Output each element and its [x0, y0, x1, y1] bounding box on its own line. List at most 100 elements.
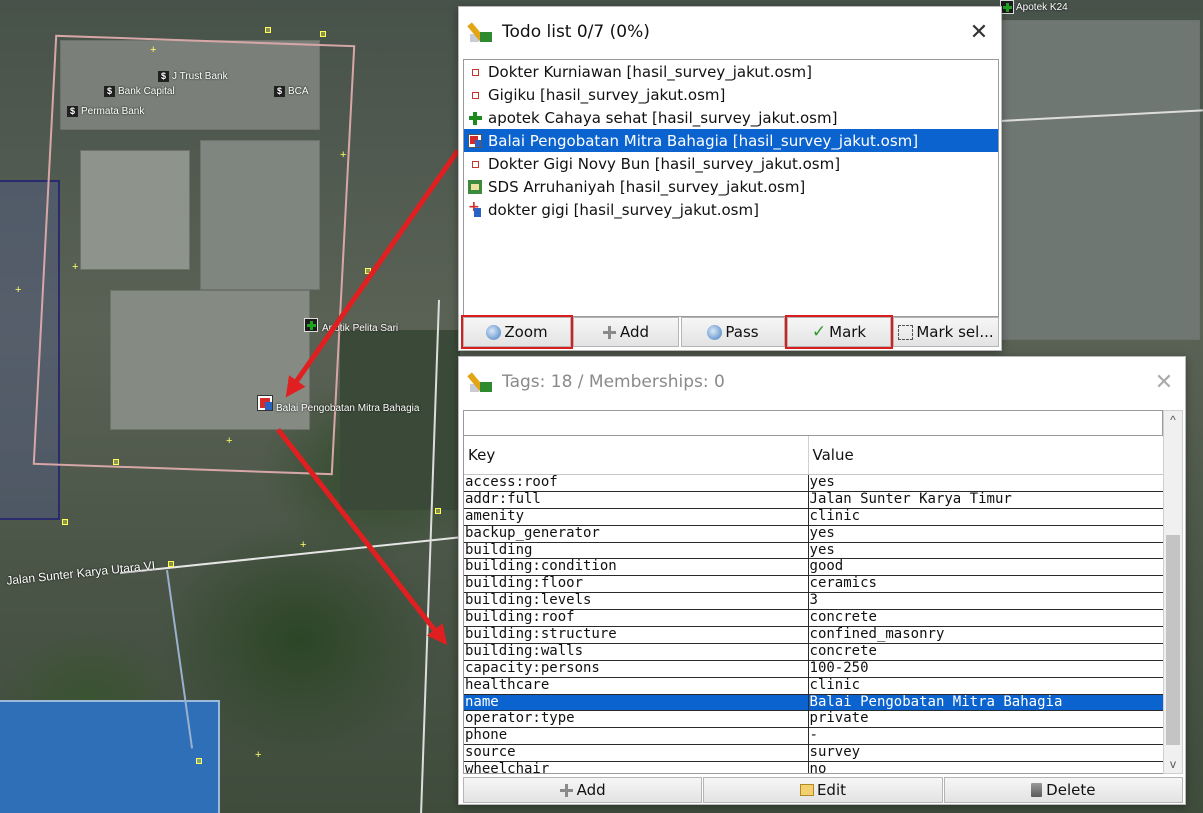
close-icon[interactable]: ✕ — [964, 17, 994, 47]
tag-key-cell[interactable]: operator:type — [464, 711, 809, 728]
map-midpoint[interactable]: + — [150, 45, 156, 56]
tag-row[interactable]: building:levels 3 — [464, 593, 1163, 611]
tag-value-cell[interactable]: ceramics — [809, 576, 1163, 592]
tag-value-cell[interactable]: 100-250 — [809, 661, 1163, 677]
tag-value-cell[interactable]: no — [809, 762, 1163, 773]
tag-value-cell[interactable]: survey — [809, 745, 1163, 761]
todo-list-item[interactable]: Balai Pengobatan Mitra Bahagia [hasil_su… — [464, 129, 998, 152]
scroll-up-icon[interactable]: ^ — [1164, 411, 1182, 429]
tag-value-cell[interactable]: Jalan Sunter Karya Timur — [809, 492, 1163, 508]
tag-key-cell[interactable]: building:roof — [464, 610, 809, 627]
tag-row[interactable]: building yes — [464, 542, 1163, 560]
tag-row[interactable]: healthcare clinic — [464, 677, 1163, 695]
todo-list-item[interactable]: Dokter Kurniawan [hasil_survey_jakut.osm… — [464, 60, 998, 83]
tag-value-cell[interactable]: concrete — [809, 610, 1163, 626]
map-label-bank-capital[interactable]: $ Bank Capital — [104, 86, 175, 97]
tag-value-cell[interactable]: private — [809, 711, 1163, 727]
tag-row[interactable]: operator:type private — [464, 711, 1163, 729]
tag-value-cell[interactable]: clinic — [809, 678, 1163, 694]
map-midpoint[interactable]: + — [15, 285, 21, 296]
tag-key-cell[interactable]: name — [464, 694, 809, 711]
tag-row[interactable]: wheelchair no — [464, 762, 1163, 773]
todo-list-dialog[interactable]: Todo list 0/7 (0%) ✕ Dokter Kurniawan [h… — [458, 6, 1002, 351]
tag-value-cell[interactable]: yes — [809, 475, 1163, 491]
tag-value-cell[interactable]: confined_masonry — [809, 627, 1163, 643]
map-node[interactable] — [265, 27, 271, 33]
map-node[interactable] — [196, 758, 202, 764]
map-node[interactable] — [320, 31, 326, 37]
tag-key-cell[interactable]: healthcare — [464, 677, 809, 694]
tag-key-cell[interactable]: source — [464, 745, 809, 762]
tags-title-bar[interactable]: Tags: 18 / Memberships: 0 — [459, 357, 1185, 407]
tags-scrollbar[interactable]: ^ v — [1163, 410, 1183, 774]
scroll-down-icon[interactable]: v — [1164, 755, 1182, 773]
edit-tag-button[interactable]: Edit — [703, 777, 943, 803]
todo-list-item[interactable]: Gigiku [hasil_survey_jakut.osm] — [464, 83, 998, 106]
tag-key-cell[interactable]: wheelchair — [464, 762, 809, 773]
map-label-bca[interactable]: $ BCA — [274, 86, 309, 97]
tag-row[interactable]: building:roof concrete — [464, 610, 1163, 628]
map-midpoint[interactable]: + — [72, 262, 78, 273]
map-label-balai[interactable]: Balai Pengobatan Mitra Bahagia — [276, 403, 419, 414]
tag-row[interactable]: building:condition good — [464, 559, 1163, 577]
tag-row[interactable]: building:walls concrete — [464, 643, 1163, 661]
tag-key-cell[interactable]: building:levels — [464, 593, 809, 610]
tag-row[interactable]: building:structure confined_masonry — [464, 627, 1163, 644]
map-midpoint[interactable]: + — [226, 436, 232, 447]
zoom-button[interactable]: Zoom — [461, 315, 573, 349]
mark-button[interactable]: ✓ Mark — [785, 315, 893, 349]
todo-list-item[interactable]: SDS Arruhaniyah [hasil_survey_jakut.osm] — [464, 175, 998, 198]
tag-value-cell[interactable]: - — [809, 728, 1163, 744]
tag-key-cell[interactable]: building:floor — [464, 576, 809, 593]
tag-key-cell[interactable]: amenity — [464, 508, 809, 525]
map-midpoint[interactable]: + — [300, 540, 306, 551]
tag-value-cell[interactable]: good — [809, 559, 1163, 575]
tag-row[interactable]: phone - — [464, 728, 1163, 746]
map-label-permata[interactable]: $ Permata Bank — [67, 106, 144, 117]
value-column-header[interactable]: Value — [809, 436, 1163, 474]
tag-key-cell[interactable]: building:structure — [464, 627, 809, 643]
pharmacy-icon[interactable] — [304, 318, 318, 332]
tag-value-cell[interactable]: yes — [809, 543, 1163, 559]
tag-row[interactable]: name Balai Pengobatan Mitra Bahagia — [464, 694, 1163, 712]
tag-row[interactable]: addr:full Jalan Sunter Karya Timur — [464, 491, 1163, 509]
tag-key-cell[interactable]: building:condition — [464, 559, 809, 576]
map-road-line[interactable] — [120, 536, 459, 574]
tag-value-cell[interactable]: 3 — [809, 593, 1163, 609]
tag-row[interactable]: backup_generator yes — [464, 525, 1163, 543]
map-node[interactable] — [62, 519, 68, 525]
delete-tag-button[interactable]: Delete — [943, 777, 1183, 803]
tag-row[interactable]: amenity clinic — [464, 508, 1163, 526]
tag-key-cell[interactable]: building:walls — [464, 643, 809, 660]
map-node[interactable] — [168, 561, 174, 567]
clinic-icon[interactable] — [257, 395, 273, 411]
mark-selected-button[interactable]: Mark sel... — [893, 317, 999, 347]
tag-key-cell[interactable]: capacity:persons — [464, 660, 809, 677]
add-button[interactable]: Add — [573, 317, 679, 347]
pharmacy-icon[interactable] — [1000, 0, 1014, 14]
key-column-header[interactable]: Key — [464, 436, 809, 474]
tag-value-cell[interactable]: yes — [809, 526, 1163, 542]
map-node[interactable] — [113, 459, 119, 465]
tag-key-cell[interactable]: access:roof — [464, 475, 809, 491]
tag-row[interactable]: capacity:persons 100-250 — [464, 660, 1163, 678]
tag-key-cell[interactable]: addr:full — [464, 491, 809, 508]
add-tag-button[interactable]: Add — [463, 777, 703, 803]
tags-dialog[interactable]: Tags: 18 / Memberships: 0 ✕ Key Value ac… — [458, 356, 1186, 805]
tag-row[interactable]: access:roof yes — [464, 475, 1163, 492]
tag-value-cell[interactable]: Balai Pengobatan Mitra Bahagia — [809, 695, 1163, 711]
tags-table[interactable]: Key Value access:roof yes addr:full Jalan S… — [463, 436, 1163, 774]
tag-value-cell[interactable]: concrete — [809, 644, 1163, 660]
close-icon[interactable]: ✕ — [1149, 367, 1179, 397]
todo-list-item[interactable]: Dokter Gigi Novy Bun [hasil_survey_jakut… — [464, 152, 998, 175]
todo-list-item[interactable]: apotek Cahaya sehat [hasil_survey_jakut.… — [464, 106, 998, 129]
tag-key-cell[interactable]: building — [464, 542, 809, 559]
todo-title-bar[interactable]: Todo list 0/7 (0%) — [459, 7, 1001, 57]
tag-key-cell[interactable]: backup_generator — [464, 525, 809, 542]
tags-filter-field[interactable] — [463, 410, 1163, 436]
scroll-thumb[interactable] — [1166, 535, 1180, 745]
map-node[interactable] — [435, 508, 441, 514]
todo-list-item[interactable]: dokter gigi [hasil_survey_jakut.osm] — [464, 198, 998, 221]
map-midpoint[interactable]: + — [340, 150, 346, 161]
tag-row[interactable]: source survey — [464, 745, 1163, 763]
